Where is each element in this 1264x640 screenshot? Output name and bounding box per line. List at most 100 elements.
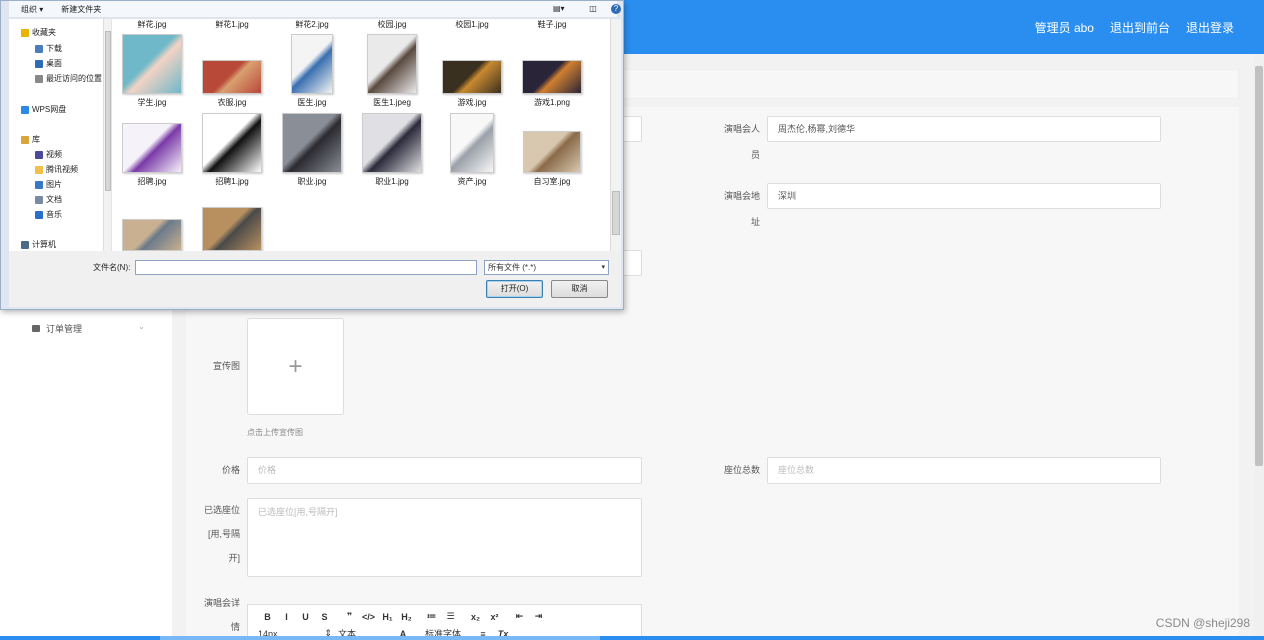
music-icon <box>35 210 43 219</box>
selected-seats-textarea[interactable]: 已选座位[用,号隔开] <box>247 498 642 577</box>
editor-tool-8[interactable]: ≔ <box>422 611 441 622</box>
editor-tool-13[interactable]: ⇥ <box>529 611 548 622</box>
editor-tool-12[interactable]: ⇤ <box>510 611 529 622</box>
file-name: 医生.jpg <box>297 98 327 107</box>
nav-item-0[interactable]: 收藏夹 <box>21 27 56 38</box>
chevron-down-icon: ⌄ <box>138 322 145 331</box>
editor-tool-2[interactable]: U <box>296 612 315 622</box>
file-item[interactable]: 学生.jpg <box>112 34 192 107</box>
performers-label-cont: 员 <box>750 150 760 160</box>
file-item[interactable]: 鲜花2.jpg <box>272 19 352 30</box>
computer-icon <box>21 240 29 249</box>
cloud-icon <box>21 105 29 114</box>
file-item[interactable]: 医生1.jpeg <box>352 34 432 107</box>
scrollbar-thumb[interactable] <box>1255 66 1263 466</box>
file-name: 医生1.jpeg <box>373 98 411 107</box>
nav-item-5[interactable]: 库 <box>21 134 40 145</box>
editor-tool-4[interactable]: ❞ <box>340 611 359 622</box>
filename-input[interactable] <box>135 260 477 275</box>
file-item[interactable]: 招聘1.jpg <box>192 113 272 186</box>
address-input[interactable]: 深圳 <box>767 183 1161 209</box>
go-frontend-link[interactable]: 退出到前台 <box>1110 19 1170 36</box>
file-item[interactable]: 自习室2.jpg <box>192 191 272 251</box>
file-item[interactable]: 校园.jpg <box>352 19 432 30</box>
file-item[interactable]: 自习室1.jpg <box>112 191 192 251</box>
nav-item-10[interactable]: 音乐 <box>35 209 62 220</box>
file-item[interactable]: 鲜花1.jpg <box>192 19 272 30</box>
editor-tool-10[interactable]: x₂ <box>466 612 485 622</box>
sidebar-item-orders[interactable]: 订单管理 ⌄ <box>32 322 145 335</box>
editor-tool-9[interactable]: ☰ <box>441 611 460 622</box>
file-thumbnail <box>362 113 422 173</box>
file-item[interactable]: 衣服.jpg <box>192 34 272 107</box>
file-item[interactable]: 医生.jpg <box>272 34 352 107</box>
editor-tool-7[interactable]: H₂ <box>397 612 416 622</box>
poster-label: 宣传图 <box>212 361 240 371</box>
file-name: 游戏.jpg <box>457 98 487 107</box>
nav-item-label: 腾讯视频 <box>46 165 78 174</box>
filetype-select[interactable]: 所有文件 (*.*) ▾ <box>484 260 609 275</box>
editor-tool-3[interactable]: S <box>315 612 334 622</box>
editor-tool-0[interactable]: B <box>258 612 277 622</box>
nav-item-1[interactable]: 下载 <box>35 43 62 54</box>
file-thumbnail <box>442 60 502 94</box>
nav-item-label: 收藏夹 <box>32 28 56 37</box>
nav-item-11[interactable]: 计算机 <box>21 239 56 250</box>
preview-pane-icon[interactable]: ◫ <box>588 4 598 14</box>
page-scrollbar[interactable] <box>1254 54 1264 640</box>
nav-item-6[interactable]: 视频 <box>35 149 62 160</box>
file-list-scrollbar[interactable] <box>610 19 621 251</box>
nav-item-label: 文档 <box>46 195 62 204</box>
open-button[interactable]: 打开(O) <box>486 280 543 298</box>
file-thumbnail <box>122 34 182 94</box>
nav-item-3[interactable]: 最近访问的位置 <box>35 73 102 84</box>
rich-text-editor[interactable]: B I U S ❞ </> H₁ H₂ ≔ ☰ x₂ x² ⇤ ⇥ 14px ⇕ 文本 A 标准字体 ≡ … <box>247 604 642 640</box>
file-name: 自习室.jpg <box>533 177 571 186</box>
filename-label: 文件名(N): <box>93 263 131 272</box>
nav-item-8[interactable]: 图片 <box>35 179 62 190</box>
editor-toolbar-row-1: B I U S ❞ </> H₁ H₂ ≔ ☰ x₂ x² ⇤ ⇥ <box>258 611 548 622</box>
seats-label: 座位总数 <box>723 465 760 475</box>
file-item[interactable]: 职业.jpg <box>272 113 352 186</box>
performers-input[interactable]: 周杰伦,杨幂,刘德华 <box>767 116 1161 142</box>
file-item[interactable]: 校园1.jpg <box>432 19 512 30</box>
new-folder-button[interactable]: 新建文件夹 <box>61 4 101 15</box>
admin-user-link[interactable]: 管理员 abo <box>1035 19 1094 36</box>
logout-link[interactable]: 退出登录 <box>1186 19 1234 36</box>
nav-scrollbar[interactable] <box>103 19 111 251</box>
seats-input[interactable]: 座位总数 <box>767 457 1161 484</box>
editor-tool-6[interactable]: H₁ <box>378 612 397 622</box>
file-name: 衣服.jpg <box>217 98 247 107</box>
cancel-button[interactable]: 取消 <box>551 280 608 298</box>
nav-item-7[interactable]: 腾讯视频 <box>35 164 78 175</box>
price-input[interactable]: 价格 <box>247 457 642 484</box>
file-item[interactable]: 鞋子.jpg <box>512 19 592 30</box>
file-item[interactable]: 自习室.jpg <box>512 113 592 186</box>
nav-item-2[interactable]: 桌面 <box>35 58 62 69</box>
nav-item-4[interactable]: WPS网盘 <box>21 104 66 115</box>
view-options-icon[interactable]: ▤▾ <box>553 4 565 14</box>
editor-tool-1[interactable]: I <box>277 612 296 622</box>
editor-tool-11[interactable]: x² <box>485 612 504 622</box>
file-thumbnail <box>202 60 262 94</box>
organize-menu[interactable]: 组织 ▾ <box>21 4 43 15</box>
picture-icon <box>35 180 43 189</box>
editor-tool-5[interactable]: </> <box>359 612 378 622</box>
selected-seats-label: 已选座位 <box>203 505 240 515</box>
file-name: 学生.jpg <box>137 98 167 107</box>
poster-upload[interactable]: + <box>247 318 344 415</box>
file-item[interactable]: 招聘.jpg <box>112 113 192 186</box>
file-item[interactable]: 游戏1.png <box>512 34 592 107</box>
help-icon[interactable]: ? <box>611 4 621 14</box>
poster-hint: 点击上传宣传图 <box>247 428 303 437</box>
file-item[interactable]: 游戏.jpg <box>432 34 512 107</box>
file-list: 鲜花.jpg 鲜花1.jpg 鲜花2.jpg 校园.jpg 校园1.jpg 鞋子.jpg 学… <box>112 19 610 251</box>
nav-item-9[interactable]: 文档 <box>35 194 62 205</box>
file-item[interactable]: 资产.jpg <box>432 113 512 186</box>
file-item[interactable]: 职业1.jpg <box>352 113 432 186</box>
file-item[interactable]: 鲜花.jpg <box>112 19 192 30</box>
file-thumbnail <box>523 131 581 173</box>
download-icon <box>35 44 43 53</box>
navigation-pane: 收藏夹下载桌面最近访问的位置 WPS网盘库视频腾讯视频图片文档音乐计算机 <box>9 19 111 251</box>
nav-item-label: 桌面 <box>46 59 62 68</box>
